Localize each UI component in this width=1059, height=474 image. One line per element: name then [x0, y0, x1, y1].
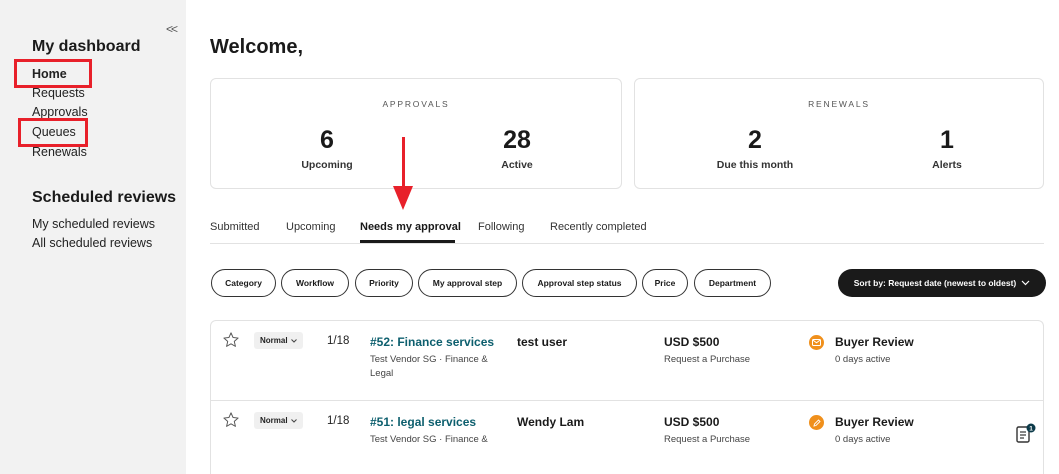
dashboard-heading: My dashboard	[32, 38, 141, 55]
tab-recently-completed[interactable]: Recently completed	[550, 221, 647, 233]
request-subtitle: Test Vendor SG · Finance & Legal	[370, 354, 488, 379]
tab-upcoming[interactable]: Upcoming	[286, 221, 336, 233]
envelope-icon	[809, 335, 824, 350]
filter-price[interactable]: Price	[642, 269, 688, 297]
request-amount: USD $500	[664, 415, 720, 429]
stat-value: 6	[320, 126, 334, 154]
request-amount: USD $500	[664, 335, 720, 349]
status-duration: 0 days active	[835, 354, 891, 365]
pencil-icon	[809, 415, 824, 430]
notification-count: 1	[1029, 425, 1033, 432]
status-duration: 0 days active	[835, 434, 891, 445]
annotation-box-home	[14, 59, 92, 88]
filter-my-approval-step[interactable]: My approval step	[418, 269, 517, 297]
request-type: Request a Purchase	[664, 434, 751, 445]
requester-name: test user	[517, 335, 568, 349]
stat-active[interactable]: 28 Active	[447, 125, 587, 171]
request-title-link[interactable]: #51: legal services	[370, 415, 476, 429]
tab-bar: Submitted Upcoming Needs my approval Fol…	[210, 218, 1044, 244]
sidebar-item-requests[interactable]: Requests	[32, 86, 85, 100]
approvals-card: APPROVALS 6 Upcoming 28 Active	[210, 78, 622, 189]
sidebar-item-all-scheduled-reviews[interactable]: All scheduled reviews	[32, 236, 152, 250]
priority-label: Normal	[260, 336, 288, 345]
sidebar-item-renewals[interactable]: Renewals	[32, 145, 87, 159]
priority-dropdown[interactable]: Normal	[254, 332, 303, 349]
stat-upcoming[interactable]: 6 Upcoming	[257, 125, 397, 171]
notes-icon[interactable]: 1	[1014, 423, 1038, 445]
table-row[interactable]: Normal 1/18 #51: legal services Test Ven…	[211, 400, 1043, 474]
filter-priority[interactable]: Priority	[355, 269, 413, 297]
table-row[interactable]: Normal 1/18 #52: Finance services Test V…	[211, 321, 1043, 395]
stat-value: 2	[748, 126, 762, 154]
sidebar-item-my-scheduled-reviews[interactable]: My scheduled reviews	[32, 217, 155, 231]
priority-dropdown[interactable]: Normal	[254, 412, 303, 429]
filter-department[interactable]: Department	[694, 269, 771, 297]
status-label: Buyer Review	[835, 415, 914, 429]
sidebar-item-approvals[interactable]: Approvals	[32, 105, 88, 119]
collapse-sidebar-icon[interactable]: <<	[166, 22, 178, 36]
approval-step: 1/18	[327, 335, 350, 347]
tab-submitted[interactable]: Submitted	[210, 221, 260, 233]
annotation-arrow-head	[393, 186, 413, 210]
priority-label: Normal	[260, 416, 288, 425]
star-icon[interactable]	[222, 331, 240, 349]
stat-due-this-month[interactable]: 2 Due this month	[685, 125, 825, 171]
approval-step: 1/18	[327, 415, 350, 427]
request-type: Request a Purchase	[664, 354, 751, 365]
stat-alerts[interactable]: 1 Alerts	[877, 125, 1017, 171]
page-title: Welcome,	[210, 36, 303, 58]
stat-value: 1	[940, 126, 954, 154]
stat-label: Upcoming	[301, 159, 353, 171]
status-label: Buyer Review	[835, 335, 914, 349]
sort-label: Sort by: Request date (newest to oldest)	[853, 278, 1017, 288]
tab-needs-my-approval[interactable]: Needs my approval	[360, 221, 461, 233]
star-icon[interactable]	[222, 411, 240, 429]
stat-label: Due this month	[716, 159, 794, 171]
filter-category[interactable]: Category	[211, 269, 276, 297]
request-title-link[interactable]: #52: Finance services	[370, 335, 494, 349]
annotation-box-queues	[18, 118, 88, 147]
request-list: Normal 1/18 #52: Finance services Test V…	[210, 320, 1044, 474]
renewals-card-title: RENEWALS	[808, 99, 870, 109]
chevron-down-icon	[290, 418, 297, 423]
approvals-card-title: APPROVALS	[382, 99, 450, 109]
stat-label: Active	[501, 159, 533, 171]
stat-value: 28	[503, 126, 531, 154]
request-subtitle: Test Vendor SG · Finance &	[370, 434, 488, 445]
tab-following[interactable]: Following	[478, 221, 524, 233]
chevron-down-icon	[1021, 280, 1030, 286]
stat-label: Alerts	[932, 159, 962, 171]
requester-name: Wendy Lam	[517, 415, 585, 429]
filter-workflow[interactable]: Workflow	[281, 269, 349, 297]
active-tab-underline	[360, 240, 455, 243]
annotation-arrow-shaft	[402, 137, 405, 187]
filter-approval-step-status[interactable]: Approval step status	[522, 269, 637, 297]
sort-dropdown[interactable]: Sort by: Request date (newest to oldest)	[838, 269, 1046, 297]
renewals-card: RENEWALS 2 Due this month 1 Alerts	[634, 78, 1044, 189]
scheduled-reviews-heading: Scheduled reviews	[32, 189, 177, 206]
chevron-down-icon	[290, 338, 297, 343]
